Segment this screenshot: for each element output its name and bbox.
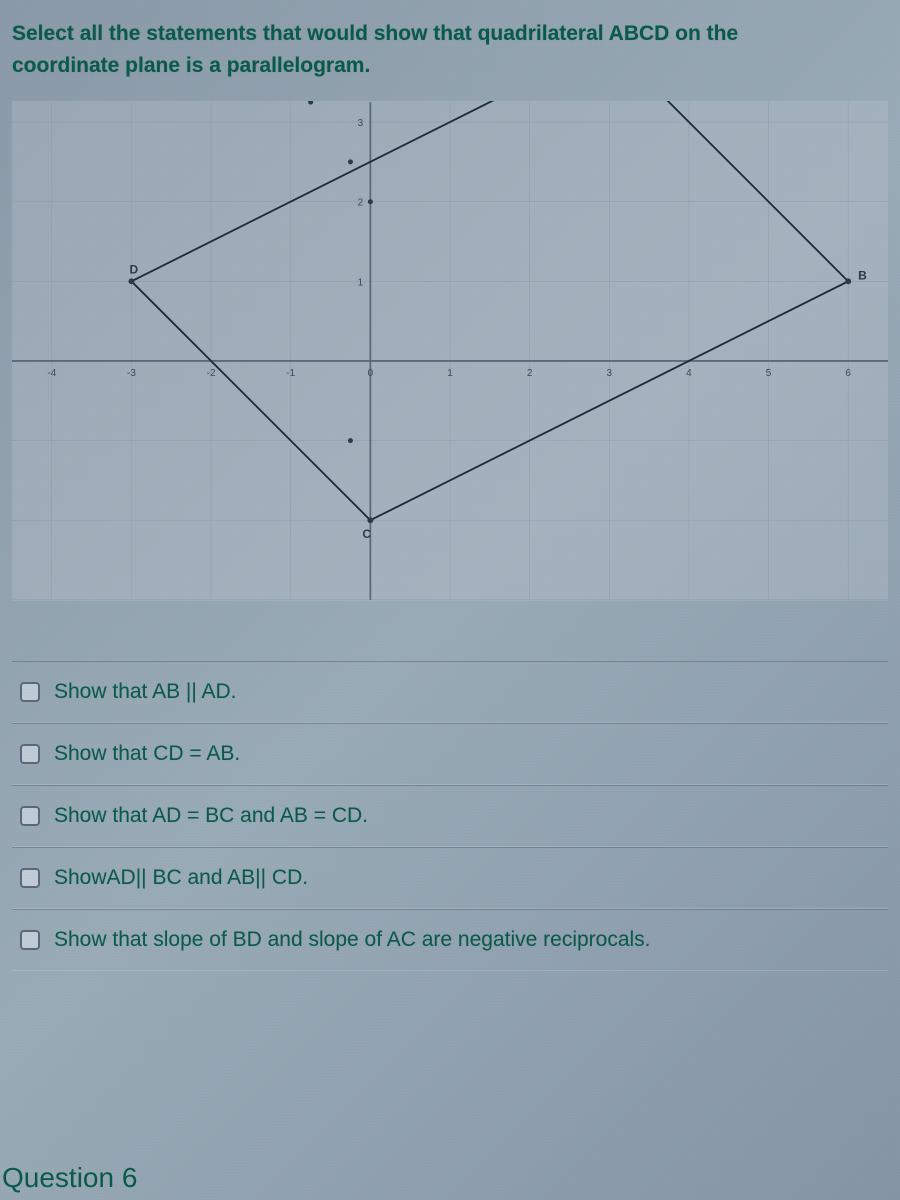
checkbox-2[interactable] — [20, 744, 40, 764]
option-3-label: Show that AD = BC and AB = CD. — [54, 804, 368, 828]
extra-dots — [308, 101, 373, 443]
option-4-label: ShowAD|| BC and AB|| CD. — [54, 866, 308, 890]
svg-text:-4: -4 — [47, 368, 56, 379]
x-tick-labels: -4 -3 -2 -1 0 1 2 3 4 5 6 — [47, 368, 851, 379]
svg-text:C: C — [362, 527, 371, 541]
svg-text:-1: -1 — [286, 368, 295, 379]
y-tick-labels: 1 2 3 — [358, 118, 364, 288]
svg-text:3: 3 — [358, 118, 364, 129]
svg-text:-2: -2 — [207, 368, 216, 379]
checkbox-5[interactable] — [20, 930, 40, 950]
graph-svg: -4 -3 -2 -1 0 1 2 3 4 5 6 1 2 3 A B C — [12, 101, 888, 601]
option-3[interactable]: Show that AD = BC and AB = CD. — [12, 785, 888, 847]
option-4[interactable]: ShowAD|| BC and AB|| CD. — [12, 847, 888, 909]
svg-text:6: 6 — [845, 368, 851, 379]
quadrilateral-abcd — [131, 101, 848, 520]
svg-text:5: 5 — [766, 368, 772, 379]
question-prompt: Select all the statements that would sho… — [12, 18, 888, 81]
option-5[interactable]: Show that slope of BD and slope of AC ar… — [12, 909, 888, 971]
vertex-labels: A B C D — [129, 101, 867, 541]
checkbox-3[interactable] — [20, 806, 40, 826]
svg-text:3: 3 — [607, 368, 613, 379]
checkbox-1[interactable] — [20, 682, 40, 702]
grid — [12, 102, 888, 600]
coordinate-graph: -4 -3 -2 -1 0 1 2 3 4 5 6 1 2 3 A B C — [12, 101, 888, 601]
answer-options: Show that AB || AD. Show that CD = AB. S… — [12, 661, 888, 971]
svg-text:-3: -3 — [127, 368, 136, 379]
option-2[interactable]: Show that CD = AB. — [12, 723, 888, 785]
next-question-heading: Question 6 — [2, 1162, 137, 1194]
prompt-line-1: Select all the statements that would sho… — [12, 22, 738, 45]
option-1-label: Show that AB || AD. — [54, 680, 237, 704]
option-5-label: Show that slope of BD and slope of AC ar… — [54, 928, 651, 952]
prompt-line-2: coordinate plane is a parallelogram. — [12, 54, 370, 77]
svg-text:0: 0 — [368, 368, 374, 379]
checkbox-4[interactable] — [20, 868, 40, 888]
option-2-label: Show that CD = AB. — [54, 742, 240, 766]
svg-text:2: 2 — [527, 368, 533, 379]
svg-text:2: 2 — [358, 198, 364, 209]
svg-text:D: D — [129, 262, 138, 276]
svg-text:1: 1 — [358, 277, 364, 288]
svg-text:B: B — [858, 268, 867, 282]
option-1[interactable]: Show that AB || AD. — [12, 661, 888, 723]
svg-text:4: 4 — [686, 368, 692, 379]
svg-text:1: 1 — [447, 368, 453, 379]
